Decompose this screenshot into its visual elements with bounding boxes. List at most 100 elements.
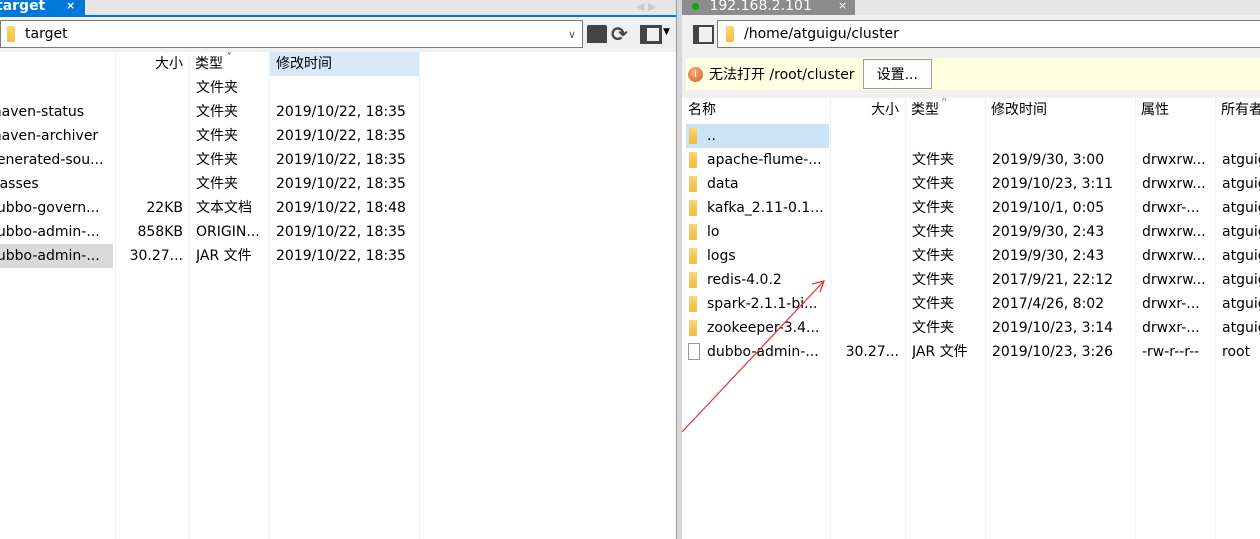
file-modified: 2019/10/22, 18:35 bbox=[276, 176, 406, 192]
file-modified: 2019/10/23, 3:26 bbox=[992, 344, 1114, 360]
file-owner: atguigu bbox=[1222, 272, 1260, 288]
left-tab[interactable]: target × bbox=[0, 0, 85, 15]
column-header-size[interactable]: 大小 bbox=[115, 52, 189, 76]
file-modified: 2017/9/21, 22:12 bbox=[992, 272, 1114, 288]
file-modified: 2019/10/22, 18:35 bbox=[276, 152, 406, 168]
file-name[interactable]: maven-archiver bbox=[0, 124, 113, 148]
file-name[interactable]: logs bbox=[707, 244, 829, 268]
panel-layout-icon[interactable] bbox=[640, 25, 662, 44]
file-attributes bbox=[1142, 124, 1215, 148]
file-type: 文件夹 bbox=[912, 296, 954, 312]
folder-icon bbox=[689, 176, 697, 192]
file-name[interactable]: dubbo-admin-... bbox=[0, 220, 113, 244]
left-file-list[interactable]: 大小 类型 ∨ 修改时间 文件夹maven-status文件夹2019/10/2… bbox=[0, 52, 676, 539]
column-header-modified[interactable]: 修改时间 bbox=[270, 52, 419, 76]
layout-dropdown-icon[interactable]: ▼ bbox=[663, 27, 670, 37]
file-name[interactable]: lo bbox=[707, 220, 829, 244]
file-owner: atguigu bbox=[1222, 176, 1260, 192]
file-size bbox=[115, 124, 189, 148]
close-tab-icon[interactable]: × bbox=[66, 0, 75, 12]
file-size bbox=[830, 268, 905, 292]
file-modified: 2019/10/22, 18:35 bbox=[276, 104, 406, 120]
file-name[interactable]: redis-4.0.2 bbox=[707, 268, 829, 292]
folder-icon bbox=[726, 26, 734, 42]
file-name[interactable]: data bbox=[707, 172, 829, 196]
file-name[interactable] bbox=[0, 76, 113, 100]
file-name[interactable]: generated-sou... bbox=[0, 148, 113, 172]
folder-icon bbox=[689, 296, 697, 312]
file-name[interactable]: kafka_2.11-0.1... bbox=[707, 196, 829, 220]
folder-icon bbox=[689, 272, 697, 288]
file-icon bbox=[688, 343, 700, 360]
file-size bbox=[830, 148, 905, 172]
folder-icon bbox=[689, 320, 697, 336]
file-modified: 2019/10/22, 18:35 bbox=[276, 248, 406, 264]
column-header-name[interactable]: 名称 bbox=[682, 98, 830, 122]
file-owner: atguigu bbox=[1222, 296, 1260, 312]
right-file-list[interactable]: 名称 大小 类型 ∧ 修改时间 属性 所有者 .. apache-flume-..… bbox=[682, 98, 1260, 539]
folder-icon bbox=[689, 248, 697, 264]
file-name[interactable]: spark-2.1.1-bi... bbox=[707, 292, 829, 316]
file-name[interactable]: apache-flume-... bbox=[707, 148, 829, 172]
file-attributes: drwxrw... bbox=[1142, 176, 1206, 192]
column-header-name[interactable] bbox=[0, 52, 115, 76]
file-modified: 2019/10/23, 3:14 bbox=[992, 320, 1114, 336]
file-name[interactable]: classes bbox=[0, 172, 113, 196]
file-type bbox=[912, 124, 985, 148]
right-path-combobox[interactable]: /home/atguigu/cluster bbox=[717, 20, 1260, 48]
file-name[interactable]: dubbo-govern... bbox=[0, 196, 113, 220]
left-path-combobox[interactable]: target ∨ bbox=[0, 20, 583, 48]
file-modified: 2019/9/30, 3:00 bbox=[992, 152, 1105, 168]
file-name[interactable]: .. bbox=[707, 124, 829, 148]
column-header-modified[interactable]: 修改时间 bbox=[985, 98, 1135, 122]
refresh-icon[interactable]: ⟳ bbox=[611, 22, 628, 46]
left-path: target bbox=[25, 26, 68, 42]
file-size: 30.27... bbox=[845, 344, 899, 360]
folder-icon bbox=[689, 224, 697, 240]
sort-descending-icon: ∨ bbox=[226, 52, 233, 58]
file-modified bbox=[276, 76, 419, 100]
right-tab-bar: 192.168.2.101 × bbox=[682, 0, 1260, 15]
file-type: 文件夹 bbox=[196, 80, 238, 96]
right-path: /home/atguigu/cluster bbox=[744, 26, 899, 42]
file-type: 文件夹 bbox=[196, 128, 238, 144]
chevron-down-icon[interactable]: ∨ bbox=[568, 28, 576, 41]
file-type: 文件夹 bbox=[912, 272, 954, 288]
file-modified: 2019/10/23, 3:11 bbox=[992, 176, 1114, 192]
file-type: 文件夹 bbox=[912, 152, 954, 168]
file-size bbox=[830, 124, 905, 148]
file-name[interactable]: zookeeper-3.4... bbox=[707, 316, 829, 340]
file-owner: atguigu bbox=[1222, 224, 1260, 240]
file-size: 30.27... bbox=[129, 248, 183, 264]
file-name[interactable]: dubbo-admin-... bbox=[0, 244, 113, 268]
file-modified: 2017/4/26, 8:02 bbox=[992, 296, 1105, 312]
file-attributes: drwxr-... bbox=[1142, 296, 1200, 312]
file-name[interactable]: dubbo-admin-... bbox=[707, 340, 829, 364]
file-type: 文件夹 bbox=[912, 224, 954, 240]
file-name[interactable]: maven-status bbox=[0, 100, 113, 124]
file-owner: atguigu bbox=[1222, 200, 1260, 216]
file-size bbox=[830, 172, 905, 196]
column-header-size[interactable]: 大小 bbox=[830, 98, 905, 122]
scroll-tabs-arrows-icon[interactable]: ◀ ▶ bbox=[636, 0, 656, 13]
file-owner: atguigu bbox=[1222, 320, 1260, 336]
file-size bbox=[115, 76, 189, 100]
info-icon: i bbox=[688, 66, 703, 82]
column-header-owner[interactable]: 所有者 bbox=[1215, 98, 1260, 122]
file-modified bbox=[992, 124, 1135, 148]
file-size: 858KB bbox=[137, 224, 183, 240]
settings-button[interactable]: 设置... bbox=[862, 59, 932, 89]
file-type: 文件夹 bbox=[196, 104, 238, 120]
file-modified: 2019/9/30, 2:43 bbox=[992, 224, 1105, 240]
column-header-attributes[interactable]: 属性 bbox=[1135, 98, 1215, 122]
warning-area: i 无法打开 /root/cluster 设置... bbox=[682, 54, 1260, 98]
file-size bbox=[830, 220, 905, 244]
close-tab-icon[interactable]: × bbox=[838, 0, 847, 12]
file-type: 文件夹 bbox=[196, 176, 238, 192]
file-modified: 2019/10/22, 18:35 bbox=[276, 128, 406, 144]
left-tab-bar: target × ◀ ▶ bbox=[0, 0, 676, 15]
toggle-tree-icon[interactable] bbox=[693, 25, 714, 44]
right-tab[interactable]: 192.168.2.101 × bbox=[682, 0, 855, 15]
file-modified: 2019/10/22, 18:48 bbox=[276, 200, 406, 216]
parent-directory-icon[interactable] bbox=[587, 25, 607, 43]
